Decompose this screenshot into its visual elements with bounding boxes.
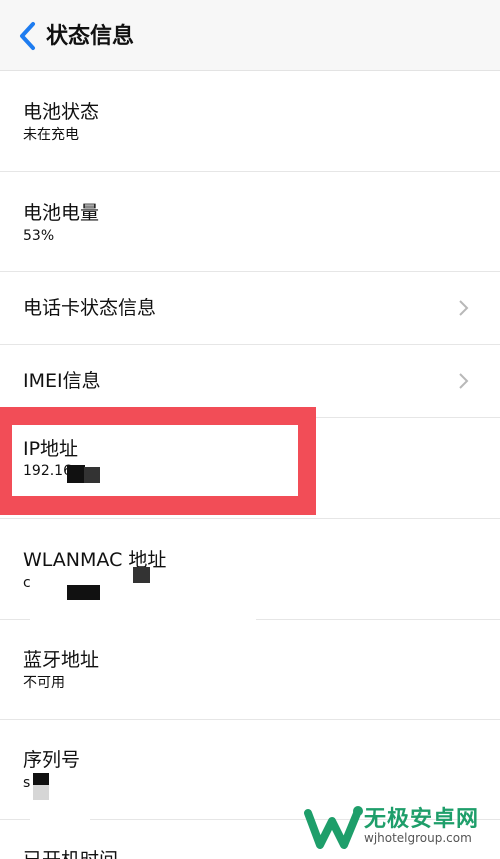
row-title: IMEI信息 (23, 370, 101, 392)
row-value: 53% (23, 228, 55, 244)
ip-address-title: IP地址 (23, 438, 79, 460)
ip-address-value: 192.16 (23, 463, 72, 479)
page-title: 状态信息 (46, 24, 135, 49)
battery-status-row: 电池状态 未在充电 (0, 71, 500, 172)
watermark-logo-icon (304, 805, 364, 851)
row-value: 不可用 (23, 675, 65, 691)
redaction-mark (133, 567, 150, 583)
row-title: 电池状态 (23, 101, 100, 123)
bluetooth-address-row: 蓝牙地址 不可用 (0, 620, 500, 720)
chevron-left-icon (18, 21, 38, 55)
row-title: 已开机时间 (23, 848, 118, 859)
redaction-mark (33, 785, 49, 800)
chevron-right-icon (456, 371, 470, 391)
back-button[interactable] (10, 20, 46, 56)
row-title: 序列号 (23, 749, 81, 771)
watermark: 无极安卓网 wjhotelgroup.com (304, 799, 492, 855)
row-title: 蓝牙地址 (23, 649, 100, 671)
app-header: 状态信息 (0, 0, 500, 71)
watermark-title: 无极安卓网 (364, 807, 480, 832)
sim-status-row[interactable]: 电话卡状态信息 (0, 272, 500, 345)
row-title: 电池电量 (23, 202, 100, 224)
highlight-box (0, 407, 316, 515)
chevron-right-icon (456, 298, 470, 318)
battery-level-row: 电池电量 53% (0, 172, 500, 272)
watermark-url: wjhotelgroup.com (364, 831, 472, 845)
row-title: 电话卡状态信息 (23, 297, 157, 319)
redaction-mark (84, 467, 100, 483)
row-value: 未在充电 (23, 127, 79, 143)
redaction-mark (67, 585, 100, 600)
redaction-mark (67, 465, 85, 483)
redaction-mark (33, 773, 49, 785)
status-info-screen: 状态信息 电池状态 未在充电 电池电量 53% 电话卡状态信息 IMEI信息 I… (0, 0, 500, 859)
